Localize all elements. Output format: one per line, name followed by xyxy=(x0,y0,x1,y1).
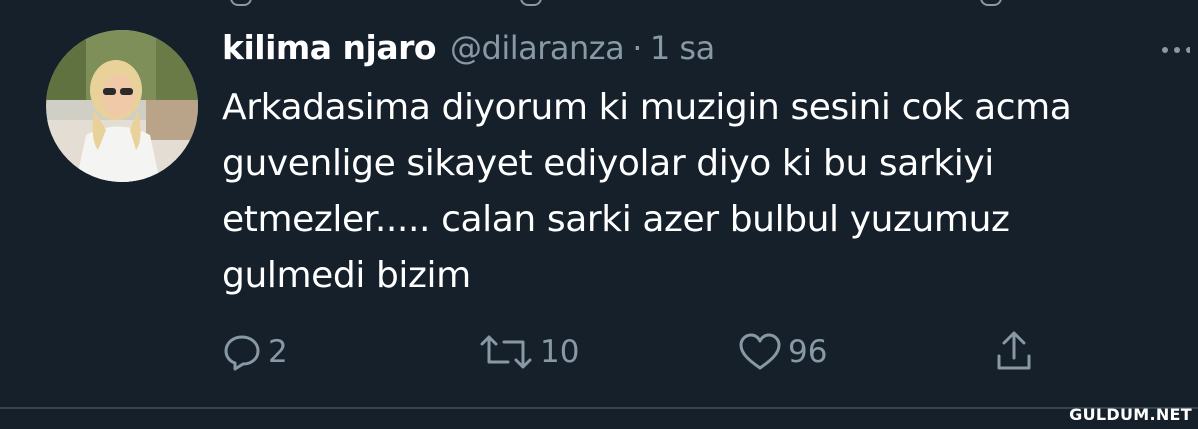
share-upload-icon xyxy=(997,331,1031,370)
header-separator: · xyxy=(632,29,642,67)
tweet-screen: kilima njaro @dilaranza · 1 sa Arkadasim… xyxy=(0,0,1198,429)
timestamp[interactable]: 1 sa xyxy=(650,29,715,67)
tweet-text: Arkadasima diyorum ki muzigin sesini cok… xyxy=(222,87,1072,296)
retweet-count: 10 xyxy=(540,334,580,370)
tweet-actions: 2 10 96 xyxy=(222,328,1062,376)
tweet-divider xyxy=(0,407,1198,409)
like-count: 96 xyxy=(788,334,828,370)
watermark: GULDUM.NET xyxy=(1069,405,1192,424)
avatar[interactable] xyxy=(46,30,198,182)
tweet-header: kilima njaro @dilaranza · 1 sa xyxy=(222,28,715,78)
retweet-arrows-icon xyxy=(480,335,532,369)
share-button[interactable] xyxy=(994,328,1034,376)
reply-count: 2 xyxy=(268,334,288,370)
retweet-button[interactable]: 10 xyxy=(478,328,579,376)
display-name[interactable]: kilima njaro xyxy=(222,28,437,67)
reply-button[interactable]: 2 xyxy=(222,328,288,376)
avatar-photo xyxy=(46,30,198,182)
like-button[interactable]: 96 xyxy=(738,328,827,376)
previous-tweet-actions-edge xyxy=(0,0,1198,8)
heart-icon xyxy=(739,333,781,370)
more-dots-icon xyxy=(1162,47,1192,53)
more-options-button[interactable] xyxy=(1160,40,1192,60)
user-handle[interactable]: @dilaranza xyxy=(450,29,625,67)
speech-bubble-icon xyxy=(224,335,260,371)
